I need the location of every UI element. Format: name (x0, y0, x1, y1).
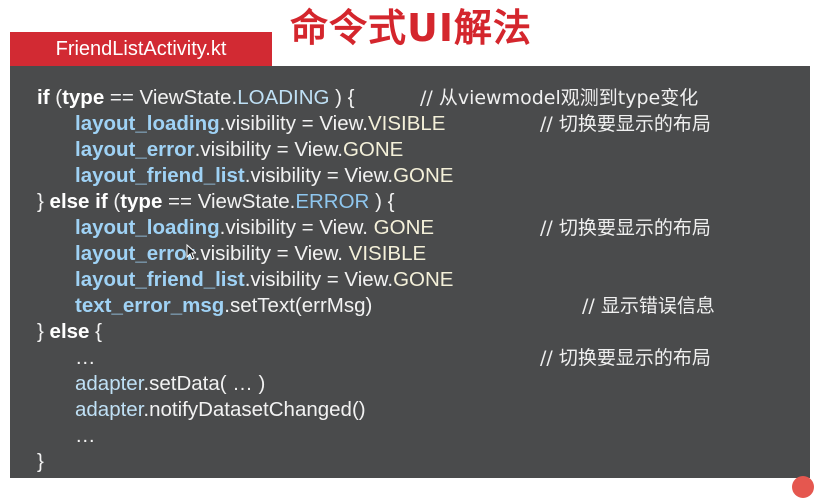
constant: ERROR (295, 190, 370, 213)
code-text: == ViewState. (104, 86, 238, 109)
code-line-13: adapter.notifyDatasetChanged() (75, 397, 366, 423)
identifier: layout_friend_list (75, 268, 245, 291)
code-text: ( (49, 86, 63, 109)
code-line-10: } else { (37, 319, 102, 345)
mouse-cursor-icon (186, 244, 196, 260)
code-line-4: layout_friend_list.visibility = View.GON… (75, 163, 453, 189)
identifier: type (120, 190, 163, 213)
constant: LOADING (237, 86, 330, 109)
constant: GONE (342, 138, 404, 161)
code-text: .setText(errMsg) (224, 294, 373, 317)
code-text: } (37, 190, 50, 213)
identifier: layout_friend_list (75, 164, 245, 187)
code-line-2: layout_loading.visibility = View.VISIBLE (75, 111, 445, 137)
code-comment: // 显示错误信息 (582, 295, 715, 317)
code-line-11: … (75, 345, 96, 371)
identifier: adapter (75, 372, 144, 395)
code-text: { (89, 320, 102, 343)
identifier: layout_loading (75, 216, 220, 239)
code-comment: // 从viewmodel观测到type变化 (420, 87, 699, 109)
code-text: .visibility = View. (219, 112, 368, 135)
code-text: … (75, 346, 96, 369)
code-text: .visibility = View. (244, 268, 394, 291)
constant: GONE (393, 164, 454, 187)
code-text: == ViewState. (162, 190, 296, 213)
code-comment: // 切换要显示的布局 (540, 113, 711, 135)
code-text: .notifyDatasetChanged() (143, 398, 366, 421)
code-line-12: adapter.setData( … ) (75, 371, 265, 397)
code-text: } (37, 450, 44, 473)
code-comment: // 切换要显示的布局 (540, 217, 711, 239)
code-line-6: layout_loading.visibility = View. GONE (75, 215, 434, 241)
code-text: .setData( … ) (143, 372, 266, 395)
recording-indicator-icon (792, 476, 814, 498)
constant: GONE (373, 216, 435, 239)
identifier: layout_error (75, 242, 195, 265)
code-text: .visibility = View. (244, 164, 394, 187)
code-line-14: … (75, 423, 96, 449)
constant: VISIBLE (367, 112, 446, 135)
code-text: ) { (369, 190, 395, 213)
code-line-5: } else if (type == ViewState.ERROR ) { (37, 189, 394, 215)
code-panel: if (type == ViewState.LOADING ) { // 从vi… (10, 66, 810, 478)
code-text: .visibility = View. (194, 242, 349, 265)
code-line-1: if (type == ViewState.LOADING ) { (37, 85, 355, 111)
code-comment: // 切换要显示的布局 (540, 347, 711, 369)
code-text: .visibility = View. (219, 216, 374, 239)
file-name-tab: FriendListActivity.kt (10, 32, 272, 66)
keyword: if (37, 86, 50, 109)
identifier: text_error_msg (75, 294, 225, 317)
keyword: else if (49, 190, 108, 213)
identifier: layout_error (75, 138, 195, 161)
keyword: else (49, 320, 90, 343)
identifier: adapter (75, 398, 144, 421)
code-text: } (37, 320, 50, 343)
code-line-9: text_error_msg.setText(errMsg) (75, 293, 372, 319)
slide-title: 命令式UI解法 (290, 6, 532, 50)
code-text: ( (107, 190, 121, 213)
identifier: type (62, 86, 105, 109)
code-line-8: layout_friend_list.visibility = View.GON… (75, 267, 453, 293)
code-line-3: layout_error.visibility = View.GONE (75, 137, 403, 163)
constant: GONE (393, 268, 454, 291)
constant: VISIBLE (348, 242, 427, 265)
code-line-7: layout_error.visibility = View. VISIBLE (75, 241, 426, 267)
code-text: ) { (329, 86, 355, 109)
identifier: layout_loading (75, 112, 220, 135)
code-line-15: } (37, 449, 44, 475)
code-text: .visibility = View. (194, 138, 343, 161)
code-text: … (75, 424, 96, 447)
